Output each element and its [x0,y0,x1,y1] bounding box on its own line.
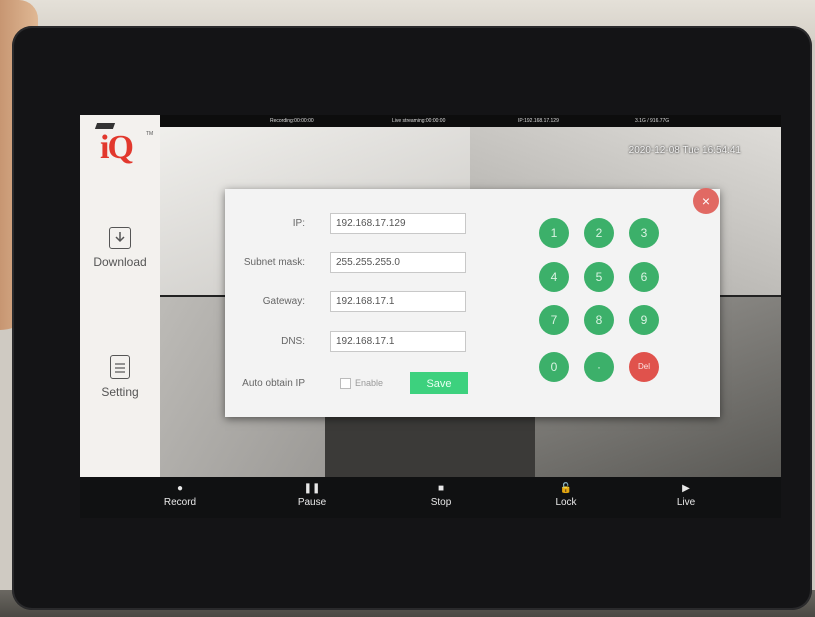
keypad-key-3[interactable]: 3 [629,218,659,248]
datetime-display: 2020-12-08 Tue 16:54:41 [628,145,741,156]
record-button[interactable]: ● Record [150,483,210,508]
document-icon [110,355,130,379]
record-icon: ● [176,483,184,494]
subnet-mask-field[interactable]: 255.255.255.0 [330,252,466,273]
stop-label: Stop [430,497,452,508]
sidebar-item-label: Setting [101,385,139,399]
dns-field[interactable]: 192.168.17.1 [330,331,466,352]
stop-icon: ■ [437,483,445,494]
pause-label: Pause [297,497,327,508]
close-icon[interactable]: × [693,188,719,214]
live-button[interactable]: ▶ Live [656,483,716,508]
sidebar-item-setting[interactable]: Setting [80,355,160,399]
keypad-key-1[interactable]: 1 [539,218,569,248]
stop-button[interactable]: ■ Stop [411,483,471,508]
lock-label: Lock [555,497,577,508]
iq-logo: iQ [100,129,134,166]
pause-button[interactable]: ❚❚ Pause [282,483,342,508]
auto-obtain-ip-label: Auto obtain IP [242,378,305,389]
keypad-key-7[interactable]: 7 [539,305,569,335]
keypad-key-2[interactable]: 2 [584,218,614,248]
ip-readout: IP:192.168.17.129 [518,118,559,124]
live-streaming-time: Live streaming:00:00:00 [392,118,446,124]
lock-button[interactable]: 🔓 Lock [536,483,596,508]
keypad-key-6[interactable]: 6 [629,262,659,292]
lock-icon: 🔓 [559,483,573,494]
keypad-key-5[interactable]: 5 [584,262,614,292]
keypad-key-dot[interactable]: · [584,352,614,382]
sidebar-item-label: Download [93,255,147,269]
enable-checkbox[interactable] [340,378,351,389]
ip-field[interactable]: 192.168.17.129 [330,213,466,234]
keypad-key-4[interactable]: 4 [539,262,569,292]
bottom-toolbar: ● Record ❚❚ Pause ■ Stop 🔓 Lock ▶ Live [80,477,781,518]
play-icon: ▶ [682,483,690,494]
ip-label: IP: [292,218,305,229]
storage-readout: 3.1G / 916.77G [635,118,670,124]
sidebar-item-download[interactable]: Download [80,227,160,269]
keypad-key-9[interactable]: 9 [629,305,659,335]
recording-time: Recording:00:00:00 [270,118,314,124]
trademark-mark: TM [146,131,154,137]
download-icon [109,227,131,249]
keypad-key-0[interactable]: 0 [539,352,569,382]
gateway-field[interactable]: 192.168.17.1 [330,291,466,312]
status-bar: Recording:00:00:00 Live streaming:00:00:… [160,115,781,127]
record-label: Record [163,497,197,508]
keypad-delete-button[interactable]: Del [629,352,659,382]
keypad-key-8[interactable]: 8 [584,305,614,335]
enable-label: Enable [355,378,384,388]
sidebar: iQ TM Download Setting [80,115,160,477]
save-button[interactable]: Save [410,372,468,394]
live-label: Live [676,497,696,508]
subnet-mask-label: Subnet mask: [243,257,305,268]
camera-feed-5[interactable] [325,410,535,477]
pause-icon: ❚❚ [303,483,321,494]
dns-label: DNS: [281,336,305,347]
gateway-label: Gateway: [262,296,305,307]
